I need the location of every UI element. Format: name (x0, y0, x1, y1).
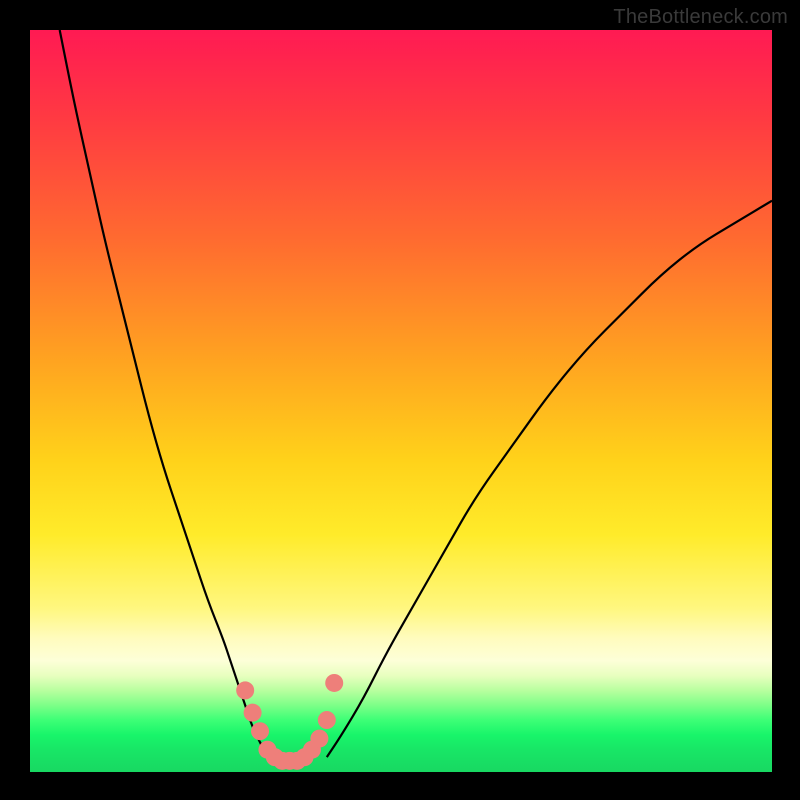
watermark-text: TheBottleneck.com (613, 6, 788, 29)
chart-frame: TheBottleneck.com (0, 0, 800, 800)
chart-dot (244, 704, 262, 722)
chart-dot (310, 730, 328, 748)
chart-curves (60, 30, 772, 757)
chart-overlay (30, 30, 772, 772)
chart-dot (236, 681, 254, 699)
chart-series-right-curve (327, 201, 772, 758)
chart-dot (251, 722, 269, 740)
chart-plot-area (30, 30, 772, 772)
chart-series-left-curve (60, 30, 268, 757)
chart-dot (325, 674, 343, 692)
chart-dot (318, 711, 336, 729)
